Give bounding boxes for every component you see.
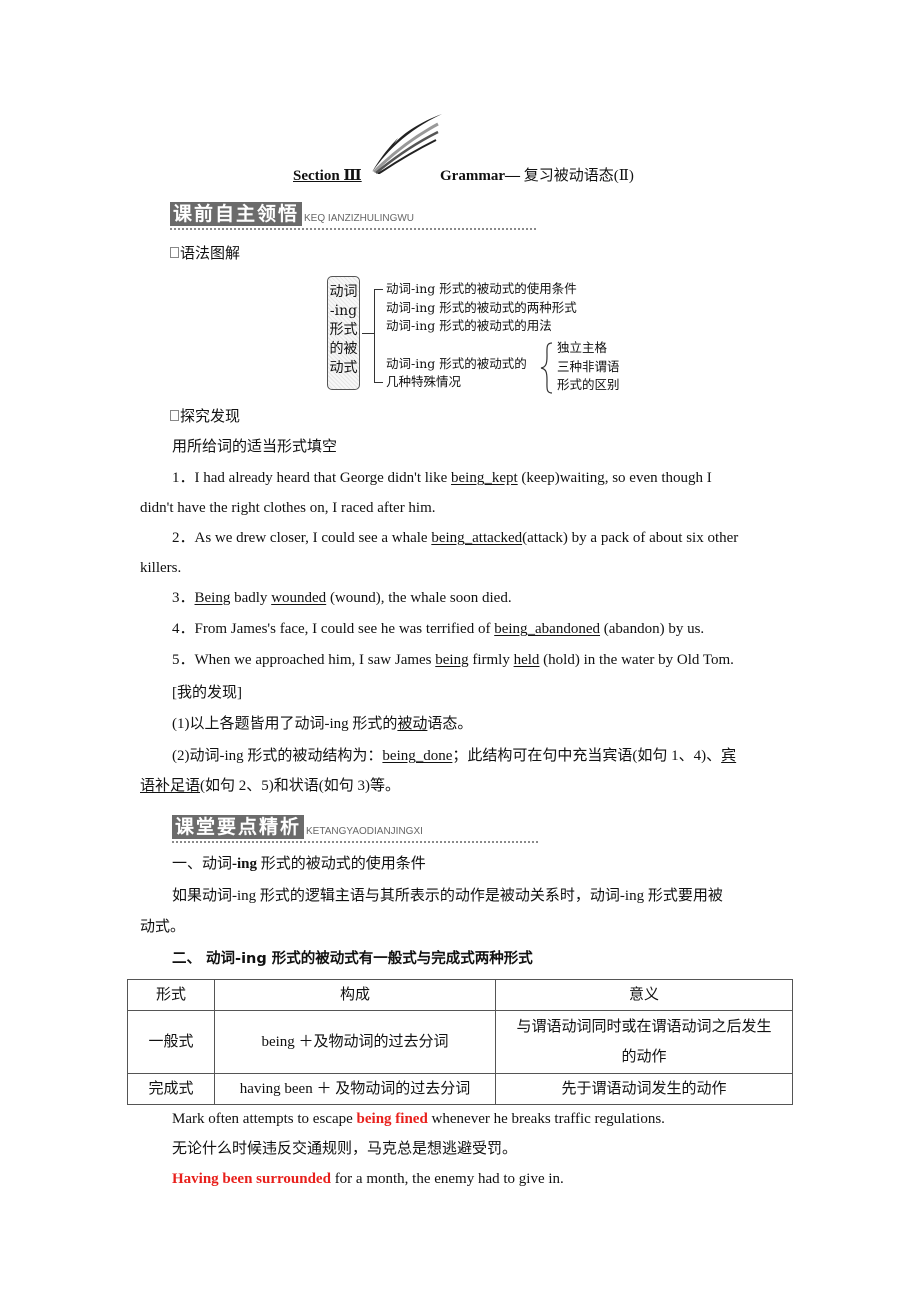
exercise-instruction: 用所给词的适当形式填空 <box>172 439 338 455</box>
diagram-branch: 动词-ing 形式的被动式的使用条件 <box>386 281 577 296</box>
table-cell: having been ＋ 及物动词的过去分词 <box>214 1073 496 1105</box>
example-1: Mark often attempts to escape being fine… <box>172 1111 665 1127</box>
section-badge-focus: 课堂要点精析 KETANGYAODIANJINGXI <box>172 815 538 843</box>
title-text: Grammar— 复习被动语态(Ⅱ) <box>440 166 634 186</box>
table-header-row: 形式 构成 意义 <box>127 979 793 1011</box>
checkbox-square-icon <box>170 410 179 421</box>
section-badge-preview: 课前自主领悟 KEQ IANZIZHULINGWU <box>170 202 536 230</box>
finding-2-cont: 语补足语(如句 2、5)和状语(如句 3)等。 <box>140 778 400 794</box>
answer: 宾 <box>721 748 737 764</box>
exercise-item-3: 3．Being badly wounded (wound), the whale… <box>172 590 512 606</box>
curly-brace-icon <box>540 342 553 394</box>
answer: held <box>513 652 540 668</box>
checkbox-square-icon <box>170 247 179 258</box>
findings-heading: [我的发现] <box>172 685 242 701</box>
answer: 被动 <box>397 716 428 732</box>
dotted-divider <box>170 228 536 230</box>
example-1-translation: 无论什么时候违反交通规则，马克总是想逃避受罚。 <box>172 1141 518 1157</box>
diagram-sub-item: 独立主格 <box>557 340 608 355</box>
dotted-divider <box>172 841 538 843</box>
point-2-title: 二、 动词-ing 形式的被动式有一般式与完成式两种形式 <box>172 951 533 967</box>
table-cell: 与谓语动词同时或在谓语动词之后发生 的动作 <box>495 1010 793 1074</box>
finding-1: (1)以上各题皆用了动词-ing 形式的被动语态。 <box>172 716 473 732</box>
passive-forms-table: 形式 构成 意义 一般式 being ＋及物动词的过去分词 与谓语动词同时或在谓… <box>127 979 793 1105</box>
grammar-diagram-heading: 语法图解 <box>170 243 815 263</box>
explore-heading: 探究发现 <box>170 406 815 426</box>
highlight: being fined <box>356 1111 428 1127</box>
exercise-item-1-cont: didn't have the right clothes on, I race… <box>140 500 436 516</box>
answer: being_attacked <box>431 530 523 546</box>
answer: being_abandoned <box>494 621 601 637</box>
example-2: Having been surrounded for a month, the … <box>172 1171 564 1187</box>
diagram-branch: 动词-ing 形式的被动式的两种形式 <box>386 300 577 315</box>
diagram-branch: 几种特殊情况 <box>386 374 462 389</box>
answer: being_done <box>382 748 453 764</box>
table-cell: 完成式 <box>127 1073 215 1105</box>
exercise-item-2-cont: killers. <box>140 560 182 576</box>
table-row: 一般式 being ＋及物动词的过去分词 与谓语动词同时或在谓语动词之后发生 的动… <box>127 1010 793 1074</box>
point-1-body: 如果动词-ing 形式的逻辑主语与其所表示的动作是被动关系时，动词-ing 形式… <box>172 888 723 904</box>
table-cell: 先于谓语动词发生的动作 <box>495 1073 793 1105</box>
badge-label: 课前自主领悟 <box>170 202 303 226</box>
finding-2: (2)动词-ing 形式的被动结构为：being_done；此结构可在句中充当宾… <box>172 748 737 764</box>
exercise-item-1: 1．I had already heard that George didn't… <box>172 470 712 486</box>
title-grammar-label: Grammar— <box>440 168 520 184</box>
table-row: 完成式 having been ＋ 及物动词的过去分词 先于谓语动词发生的动作 <box>127 1073 793 1105</box>
table-header: 形式 <box>127 979 215 1011</box>
swoosh-logo-icon <box>372 114 442 174</box>
answer: 语补足语 <box>140 778 201 794</box>
diagram-sub-item: 三种非谓语 <box>557 359 620 374</box>
section-number: Section Ⅲ <box>293 168 362 184</box>
table-header: 构成 <box>214 979 496 1011</box>
answer: being <box>435 652 469 668</box>
table-cell: being ＋及物动词的过去分词 <box>214 1010 496 1074</box>
badge-pinyin: KETANGYAODIANJINGXI <box>306 826 423 837</box>
highlight: Having been surrounded <box>172 1171 331 1187</box>
table-header: 意义 <box>495 979 793 1011</box>
diagram-branch: 动词-ing 形式的被动式的用法 <box>386 318 552 333</box>
point-1-title: 一、动词-ing 形式的被动式的使用条件 <box>172 856 426 872</box>
answer: Being <box>194 590 231 606</box>
table-cell: 一般式 <box>127 1010 215 1074</box>
answer: being_kept <box>451 470 518 486</box>
badge-pinyin: KEQ IANZIZHULINGWU <box>304 213 415 224</box>
badge-label: 课堂要点精析 <box>172 815 305 839</box>
exercise-item-5: 5．When we approached him, I saw James be… <box>172 652 734 668</box>
point-1-body-cont: 动式。 <box>140 919 186 935</box>
exercise-item-4: 4．From James's face, I could see he was … <box>172 621 705 637</box>
diagram-sub-item: 形式的区别 <box>557 377 620 392</box>
diagram-connector <box>362 333 374 334</box>
diagram-branch: 动词-ing 形式的被动式的 <box>386 356 527 371</box>
title-cn: 复习被动语态(Ⅱ) <box>519 168 634 184</box>
exercise-item-2: 2．As we drew closer, I could see a whale… <box>172 530 739 546</box>
diagram-root-node: 动词 -ing 形式 的被 动式 <box>327 276 360 390</box>
diagram-bracket <box>374 289 383 383</box>
answer: wounded <box>271 590 327 606</box>
